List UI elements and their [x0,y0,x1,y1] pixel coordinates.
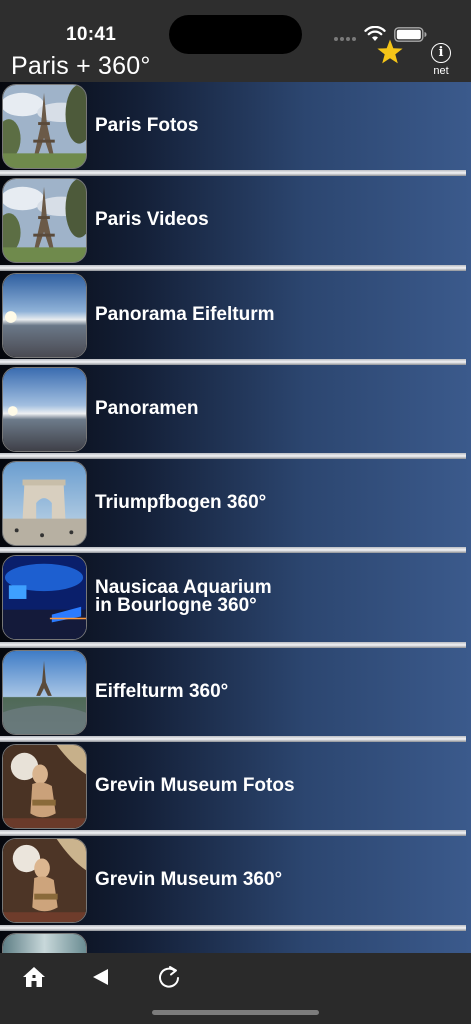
info-button[interactable]: i net [428,43,454,77]
list-item[interactable]: Panorama Eifelturm [0,270,471,366]
home-indicator [152,1010,319,1015]
arc-de-triomphe-thumbnail [2,461,87,547]
list-item-label: Grevin Museum Fotos [95,775,295,797]
list-item-label: Panoramen [95,397,199,419]
eiffel-tower-fisheye-thumbnail [2,649,87,735]
home-icon[interactable] [20,963,48,991]
eiffel-tower-thumbnail [2,84,87,169]
list-item-label: Grevin Museum 360° [95,869,283,891]
list-item[interactable]: Nausicaa Aquarium in Bourlogne 360° [0,553,471,649]
wax-figure-thumbnail [2,838,87,924]
list-item-label: Eiffelturm 360° [95,680,229,702]
star-icon[interactable] [376,38,404,66]
list-item-label: Triumpfbogen 360° [95,492,267,514]
list-item[interactable]: Paris Fotos [0,82,471,177]
list-item-label: Paris Fotos [95,115,199,136]
list-item-label: Paris Videos [95,209,209,231]
signal-dots-icon [334,37,358,41]
header: 10:41 Paris + 360° i net [0,0,471,82]
list-item[interactable]: Panoramen [0,364,471,460]
list-item[interactable]: Triumpfbogen 360° [0,459,471,554]
reload-icon[interactable] [155,963,183,991]
list-item[interactable]: Grevin Museum 360° [0,836,471,931]
page-title: Paris + 360° [11,52,151,80]
sky-panorama-thumbnail [2,272,87,358]
list-item[interactable]: Grevin Museum Fotos [0,742,471,837]
list-item[interactable]: Eiffelturm 360° [0,647,471,743]
partial-item-thumbnail [2,932,87,953]
dynamic-island [169,15,302,54]
list-item[interactable]: Paris Videos [0,176,471,271]
status-time: 10:41 [66,24,117,45]
sky-panorama-thumbnail [2,366,87,452]
wax-figure-thumbnail [2,744,87,830]
list-item[interactable] [0,930,471,953]
list-item-label: Panorama Eifelturm [95,303,275,325]
back-triangle-icon[interactable] [87,963,115,991]
category-list: Paris Fotos Paris Videos Panorama Eifelt… [0,82,471,953]
aquarium-thumbnail [2,555,87,641]
list-item-label: Nausicaa Aquarium in Bourlogne 360° [95,577,272,617]
eiffel-tower-thumbnail [2,178,87,264]
info-label: net [433,65,449,77]
info-circle-icon: i [431,43,451,63]
